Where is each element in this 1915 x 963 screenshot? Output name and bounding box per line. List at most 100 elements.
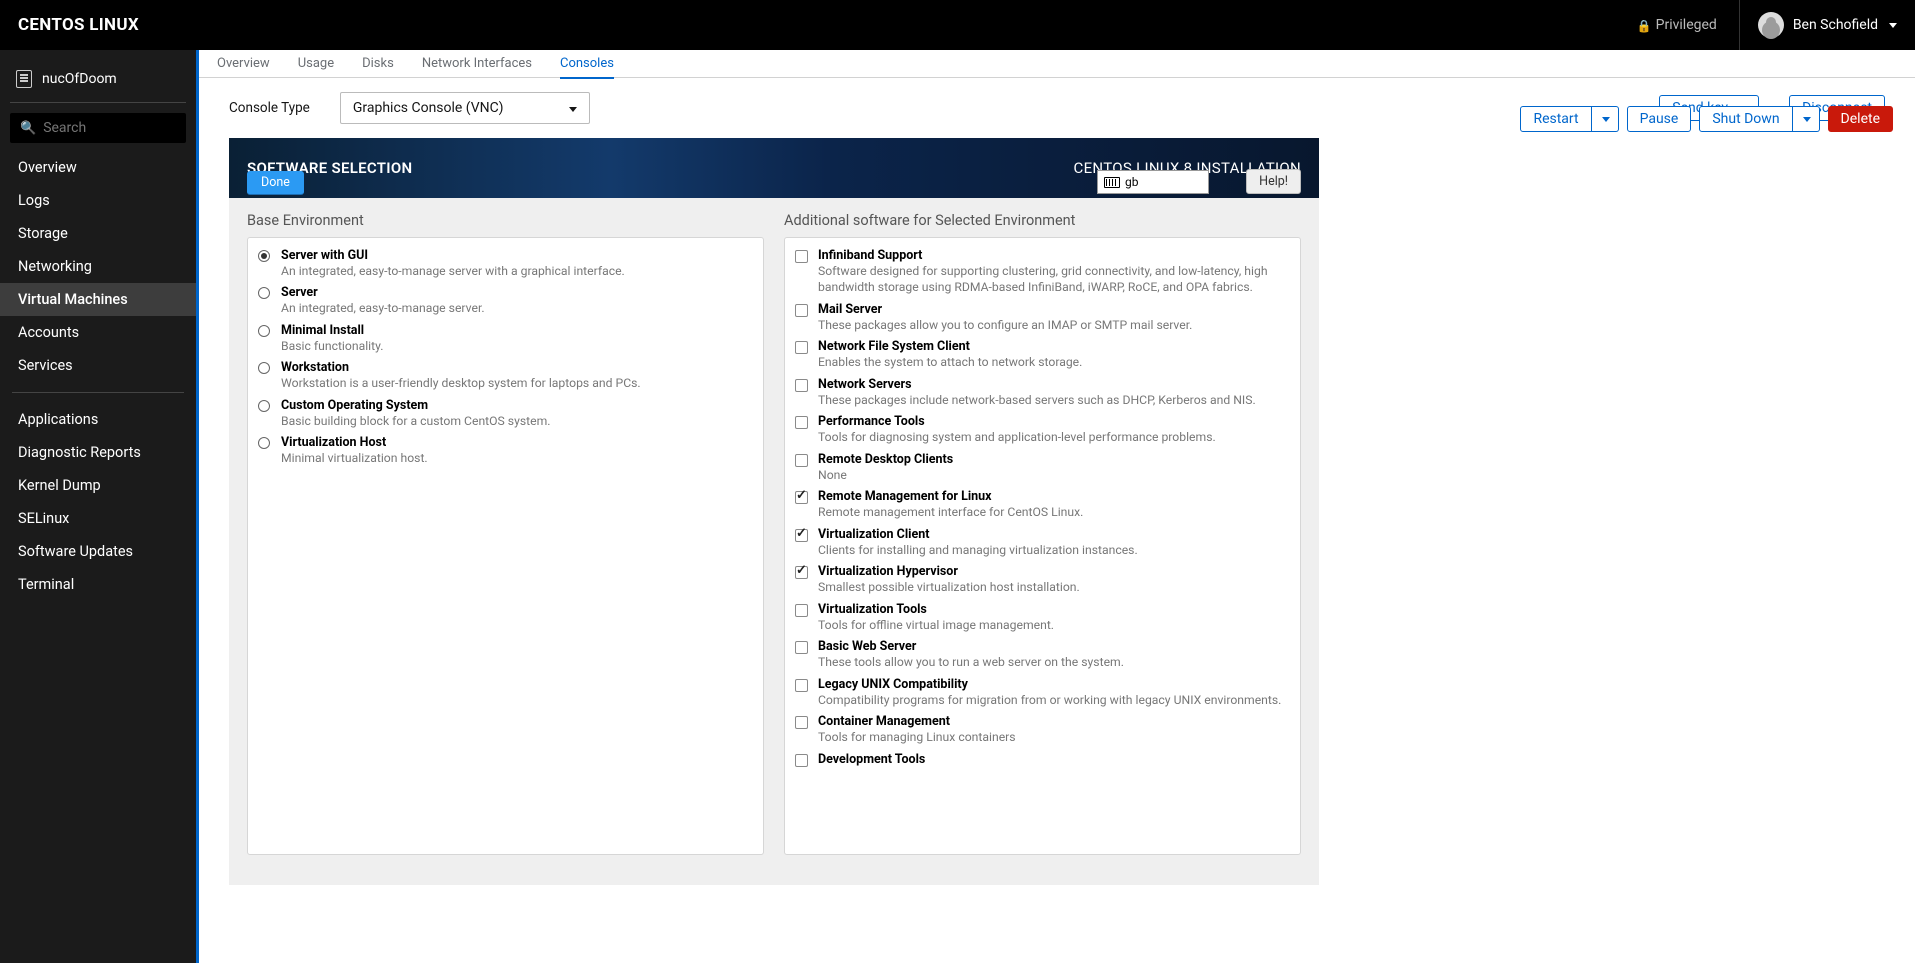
brand: CENTOS LINUX xyxy=(18,15,139,35)
sidebar-item-networking[interactable]: Networking xyxy=(0,250,196,283)
base-env-option[interactable]: Custom Operating SystemBasic building bl… xyxy=(258,396,753,433)
checkbox-icon xyxy=(795,416,808,429)
checkbox-icon xyxy=(795,716,808,729)
checkbox-icon xyxy=(795,566,808,579)
avatar-icon xyxy=(1758,12,1784,38)
checkbox-icon xyxy=(795,379,808,392)
addon-option[interactable]: Legacy UNIX CompatibilityCompatibility p… xyxy=(795,675,1290,712)
host-name: nucOfDoom xyxy=(42,71,117,87)
host-selector[interactable]: nucOfDoom xyxy=(0,60,196,102)
addon-option[interactable]: Remote Desktop ClientsNone xyxy=(795,450,1290,487)
addons-list[interactable]: Infiniband SupportSoftware designed for … xyxy=(784,237,1301,855)
restart-dropdown[interactable] xyxy=(1592,106,1619,132)
addon-option[interactable]: Container ManagementTools for managing L… xyxy=(795,712,1290,749)
addon-option[interactable]: Virtualization ToolsTools for offline vi… xyxy=(795,600,1290,637)
user-menu[interactable]: Ben Schofield xyxy=(1739,0,1897,50)
sidebar-search[interactable]: 🔍 xyxy=(10,113,186,143)
console-type-value: Graphics Console (VNC) xyxy=(353,100,504,116)
addon-option[interactable]: Performance ToolsTools for diagnosing sy… xyxy=(795,412,1290,449)
radio-icon xyxy=(258,250,270,262)
help-button[interactable]: Help! xyxy=(1246,169,1301,194)
addon-option[interactable]: Infiniband SupportSoftware designed for … xyxy=(795,246,1290,300)
addon-option[interactable]: Basic Web ServerThese tools allow you to… xyxy=(795,637,1290,674)
checkbox-icon xyxy=(795,304,808,317)
keyboard-icon xyxy=(1104,177,1120,188)
base-env-option[interactable]: ServerAn integrated, easy-to-manage serv… xyxy=(258,283,753,320)
sidebar-item-diagnostic-reports[interactable]: Diagnostic Reports xyxy=(0,436,196,469)
addon-option[interactable]: Network ServersThese packages include ne… xyxy=(795,375,1290,412)
tab-consoles[interactable]: Consoles xyxy=(560,50,614,79)
vm-actions: Restart Pause Shut Down Delete xyxy=(1520,106,1893,132)
sidebar-item-kernel-dump[interactable]: Kernel Dump xyxy=(0,469,196,502)
sidebar-item-software-updates[interactable]: Software Updates xyxy=(0,535,196,568)
base-env-option[interactable]: Virtualization HostMinimal virtualizatio… xyxy=(258,433,753,470)
radio-icon xyxy=(258,325,270,337)
content-area: Overview Usage Disks Network Interfaces Cons… xyxy=(196,50,1915,963)
base-env-heading: Base Environment xyxy=(247,212,764,229)
divider xyxy=(10,102,186,103)
sidebar: nucOfDoom 🔍 OverviewLogsStorageNetworkin… xyxy=(0,50,196,963)
installer-header: SOFTWARE SELECTION Done CENTOS LINUX 8 I… xyxy=(229,138,1319,198)
console-type-label: Console Type xyxy=(229,100,310,116)
delete-button[interactable]: Delete xyxy=(1828,106,1893,132)
radio-icon xyxy=(258,287,270,299)
checkbox-icon xyxy=(795,529,808,542)
sidebar-item-selinux[interactable]: SELinux xyxy=(0,502,196,535)
checkbox-icon xyxy=(795,679,808,692)
base-env-option[interactable]: Server with GUIAn integrated, easy-to-ma… xyxy=(258,246,753,283)
search-icon: 🔍 xyxy=(20,121,36,136)
sidebar-item-accounts[interactable]: Accounts xyxy=(0,316,196,349)
divider xyxy=(12,392,184,393)
user-name: Ben Schofield xyxy=(1793,17,1878,33)
vnc-viewport[interactable]: SOFTWARE SELECTION Done CENTOS LINUX 8 I… xyxy=(229,138,1319,885)
sidebar-item-overview[interactable]: Overview xyxy=(0,151,196,184)
keyboard-layout-value: gb xyxy=(1125,175,1138,189)
tab-overview[interactable]: Overview xyxy=(217,50,270,78)
tabs: Overview Usage Disks Network Interfaces Cons… xyxy=(199,50,1915,78)
base-env-option[interactable]: Minimal InstallBasic functionality. xyxy=(258,321,753,358)
pause-button[interactable]: Pause xyxy=(1627,106,1692,132)
checkbox-icon xyxy=(795,454,808,467)
sidebar-item-applications[interactable]: Applications xyxy=(0,403,196,436)
tab-usage[interactable]: Usage xyxy=(298,50,334,78)
addon-option[interactable]: Virtualization ClientClients for install… xyxy=(795,525,1290,562)
tab-disks[interactable]: Disks xyxy=(362,50,394,78)
addons-heading: Additional software for Selected Environ… xyxy=(784,212,1301,229)
done-button[interactable]: Done xyxy=(247,171,304,195)
sidebar-item-storage[interactable]: Storage xyxy=(0,217,196,250)
checkbox-icon xyxy=(795,341,808,354)
topbar: CENTOS LINUX Privileged Ben Schofield xyxy=(0,0,1915,50)
radio-icon xyxy=(258,437,270,449)
restart-button[interactable]: Restart xyxy=(1520,106,1591,132)
addon-option[interactable]: Network File System ClientEnables the sy… xyxy=(795,337,1290,374)
chevron-down-icon xyxy=(1889,23,1897,28)
tab-network-interfaces[interactable]: Network Interfaces xyxy=(422,50,532,78)
lock-icon xyxy=(1637,18,1648,32)
sidebar-item-virtual-machines[interactable]: Virtual Machines xyxy=(0,283,196,316)
checkbox-icon xyxy=(795,641,808,654)
addon-option[interactable]: Remote Management for LinuxRemote manage… xyxy=(795,487,1290,524)
addon-option[interactable]: Mail ServerThese packages allow you to c… xyxy=(795,300,1290,337)
base-env-option[interactable]: WorkstationWorkstation is a user-friendl… xyxy=(258,358,753,395)
sidebar-item-terminal[interactable]: Terminal xyxy=(0,568,196,601)
checkbox-icon xyxy=(795,604,808,617)
radio-icon xyxy=(258,362,270,374)
search-input[interactable] xyxy=(43,120,176,136)
sidebar-item-logs[interactable]: Logs xyxy=(0,184,196,217)
shutdown-button[interactable]: Shut Down xyxy=(1699,106,1792,132)
checkbox-icon xyxy=(795,754,808,767)
privileged-label: Privileged xyxy=(1656,17,1717,33)
keyboard-layout-indicator[interactable]: gb xyxy=(1097,170,1209,194)
sidebar-item-services[interactable]: Services xyxy=(0,349,196,382)
console-type-select[interactable]: Graphics Console (VNC) xyxy=(340,92,590,124)
chevron-down-icon xyxy=(569,107,577,112)
host-icon xyxy=(16,70,32,88)
privileged-indicator[interactable]: Privileged xyxy=(1637,17,1717,33)
radio-icon xyxy=(258,400,270,412)
base-env-list[interactable]: Server with GUIAn integrated, easy-to-ma… xyxy=(247,237,764,855)
addon-option[interactable]: Development Tools xyxy=(795,750,1290,775)
checkbox-icon xyxy=(795,491,808,504)
checkbox-icon xyxy=(795,250,808,263)
shutdown-dropdown[interactable] xyxy=(1793,106,1820,132)
addon-option[interactable]: Virtualization HypervisorSmallest possib… xyxy=(795,562,1290,599)
